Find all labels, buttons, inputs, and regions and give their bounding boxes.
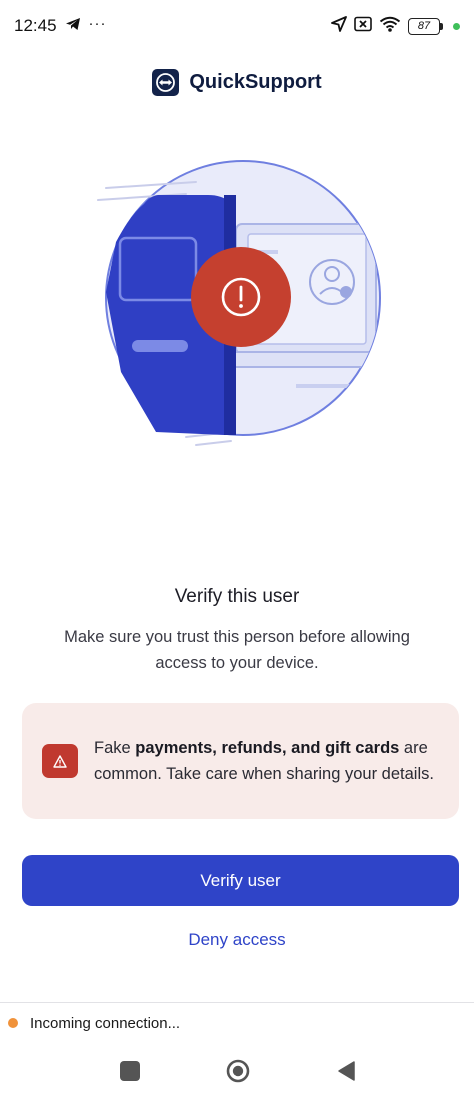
location-icon <box>331 15 347 37</box>
app-header: QuickSupport <box>0 64 474 100</box>
app-name: QuickSupport <box>189 70 322 93</box>
status-left: 12:45 ··· <box>14 14 107 36</box>
home-icon[interactable] <box>226 1059 250 1083</box>
status-dot <box>8 1018 18 1028</box>
warning-text: Fake payments, refunds, and gift cards a… <box>94 735 441 787</box>
exclamation-icon <box>191 247 291 347</box>
status-right: 87 <box>331 15 460 37</box>
warning-triangle-icon <box>42 744 78 778</box>
battery-level: 87 <box>408 17 440 35</box>
system-nav-bar <box>0 1050 474 1094</box>
warning-card: Fake payments, refunds, and gift cards a… <box>22 703 459 819</box>
divider <box>0 1002 474 1003</box>
close-box-icon <box>354 16 372 37</box>
back-icon[interactable] <box>336 1060 356 1082</box>
verification-illustration <box>96 152 386 452</box>
status-bar: 12:45 ··· 87 <box>0 0 474 52</box>
notification-text: Incoming connection... <box>30 1014 181 1032</box>
battery-icon: 87 <box>408 17 443 35</box>
page-subtitle: Make sure you trust this person before a… <box>64 628 410 672</box>
warning-text-prefix: Fake <box>94 739 136 757</box>
status-time: 12:45 <box>14 16 57 35</box>
status-dots: ··· <box>88 14 107 32</box>
incoming-connection-notification[interactable]: Incoming connection... <box>8 1010 180 1036</box>
teamviewer-logo-icon <box>152 68 180 96</box>
recents-icon[interactable] <box>120 1061 140 1081</box>
deny-access-button[interactable]: Deny access <box>0 930 474 950</box>
telegram-icon <box>65 17 81 36</box>
wifi-icon <box>379 16 401 37</box>
page-title: Verify this user <box>174 586 300 607</box>
privacy-indicator-dot <box>453 22 460 30</box>
warning-text-bold: payments, refunds, and gift cards <box>135 739 400 757</box>
verify-user-button[interactable]: Verify user <box>22 855 459 906</box>
screen: 12:45 ··· 87 QuickSupport Verify this us… <box>0 0 474 1094</box>
